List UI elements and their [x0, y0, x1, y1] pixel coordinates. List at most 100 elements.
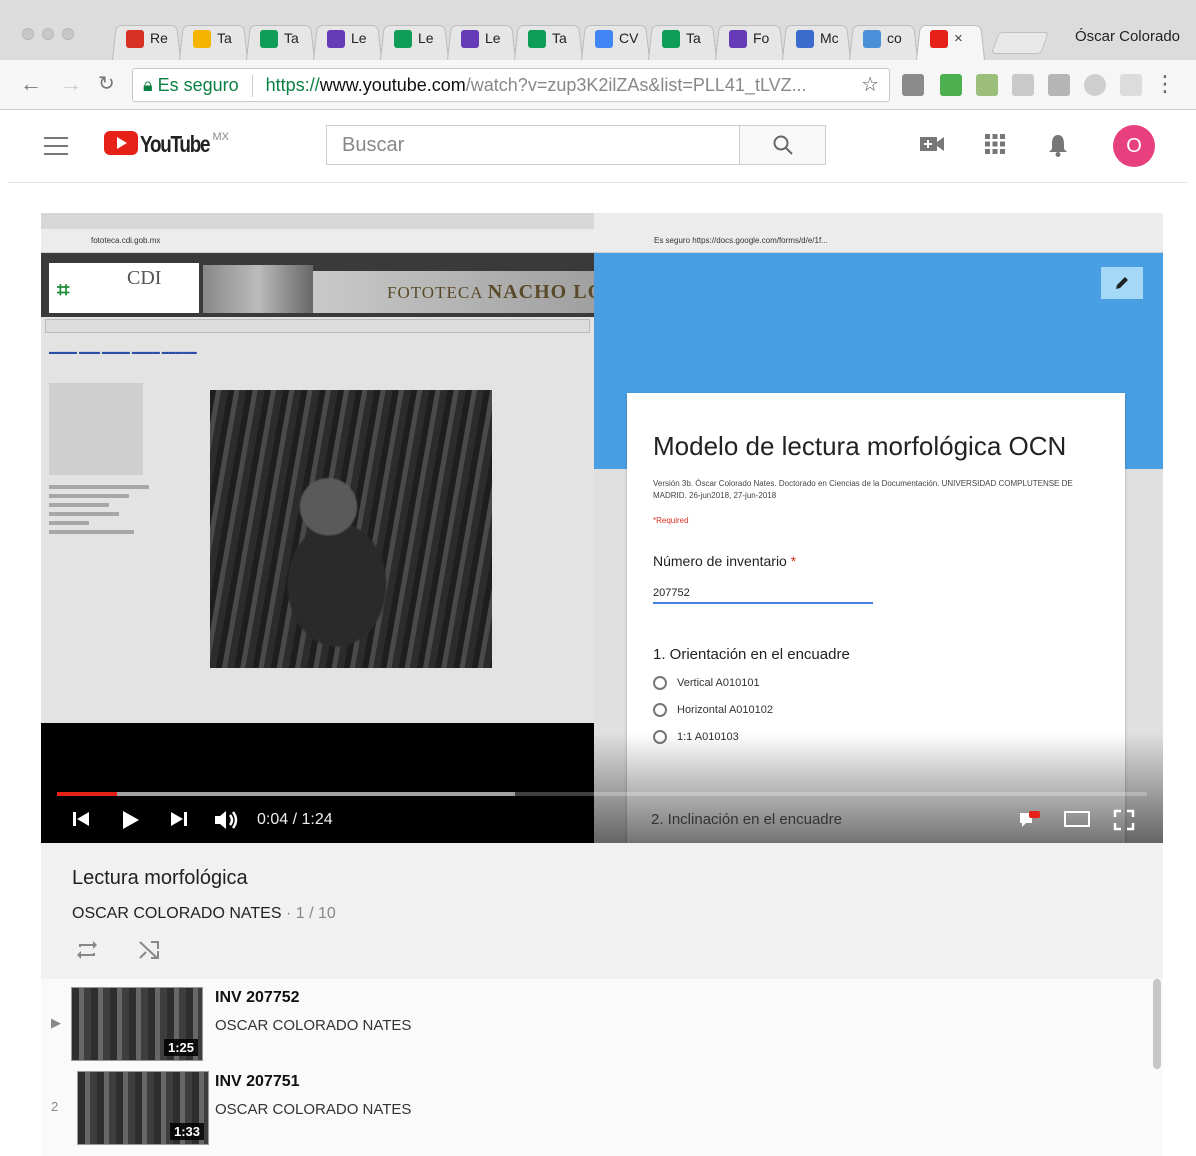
playlist-item-index: 2 — [51, 1099, 59, 1114]
browser-tab-label: Fo — [753, 30, 770, 46]
playlist-item-title: INV 207751 — [215, 1073, 300, 1090]
account-avatar[interactable]: O — [1113, 125, 1155, 167]
youtube-play-icon — [104, 131, 138, 155]
address-bar[interactable]: 🔒︎ Es seguro https://www.youtube.com/wat… — [132, 68, 890, 102]
browser-tab[interactable]: Le — [313, 20, 382, 60]
video-frame-right-window: Es seguro https://docs.google.com/forms/… — [594, 213, 1163, 843]
fullscreen-icon[interactable] — [1113, 809, 1135, 831]
back-arrow-icon[interactable]: ← — [20, 71, 42, 97]
query-result-text: ▬▬▬▬ ▬▬▬ ▬▬▬▬ ▬▬▬▬ ▬▬▬▬▬ — [49, 349, 197, 356]
radio-circle-icon — [653, 730, 667, 744]
bookmark-star-icon[interactable]: ☆ — [861, 69, 879, 101]
forward-arrow-icon[interactable]: → — [60, 71, 82, 97]
playlist-position: · 1 / 10 — [281, 905, 336, 922]
playlist-item[interactable]: 2 1:33 INV 207751 OSCAR COLORADO NATES — [41, 1063, 1151, 1147]
browser-tab[interactable]: Ta — [648, 20, 717, 60]
browser-tab-label: Ta — [217, 30, 232, 46]
volume-icon[interactable] — [213, 809, 241, 831]
playlist-item-duration: 1:25 — [163, 1039, 198, 1056]
youtube-icon — [930, 30, 948, 48]
extension-icon[interactable] — [1120, 74, 1142, 96]
played-bar — [57, 792, 117, 796]
annotations-icon[interactable] — [1017, 809, 1041, 831]
minimize-window-icon[interactable] — [42, 28, 54, 40]
browser-tab-label: × — [954, 30, 963, 47]
browser-tab[interactable]: Ta — [179, 20, 248, 60]
playlist-scrollbar[interactable] — [1153, 979, 1161, 1069]
url-path: /watch?v=zup3K2ilZAs&list=PLL41_tLVZ... — [465, 75, 807, 95]
extension-evernote-icon[interactable] — [940, 74, 962, 96]
playlist-panel: Lectura morfológica OSCAR COLORADO NATES… — [41, 843, 1163, 1156]
question-1-label: 1. Orientación en el encuadre — [653, 646, 850, 663]
playlist-title[interactable]: Lectura morfológica — [72, 867, 248, 890]
video-player[interactable]: fototeca.cdi.gob.mx ⌗ CDI FOTOTECA NACHO… — [41, 213, 1163, 843]
lock-icon: 🔒︎ — [143, 75, 153, 95]
browser-tab[interactable]: Mc — [782, 20, 851, 60]
play-icon[interactable] — [119, 809, 141, 831]
browser-tab-label: Ta — [284, 30, 299, 46]
fototeca-title: FOTOTECA NACHO LÓ — [313, 271, 603, 313]
browser-tab-label: Le — [418, 30, 434, 46]
previous-icon[interactable] — [71, 809, 91, 829]
buffered-bar — [57, 792, 515, 796]
radio-option: Horizontal A010102 — [653, 703, 1125, 717]
browser-tab[interactable]: Le — [447, 20, 516, 60]
guide-menu-icon[interactable] — [44, 137, 68, 155]
youtube-logo[interactable]: YouTube MX — [104, 131, 229, 157]
required-note: *Required — [653, 516, 689, 525]
radio-option: Vertical A010101 — [653, 676, 1125, 690]
extension-icon[interactable] — [1012, 74, 1034, 96]
left-window-url: fototeca.cdi.gob.mx — [91, 236, 161, 245]
shuffle-icon[interactable] — [137, 939, 161, 961]
extension-icon[interactable] — [976, 74, 998, 96]
upload-video-icon[interactable] — [919, 133, 945, 155]
question-2-label: 2. Inclinación en el encuadre — [651, 811, 842, 828]
browser-tab[interactable]: Re — [112, 20, 181, 60]
apps-grid-icon[interactable] — [984, 133, 1006, 155]
extension-pocket-icon[interactable] — [902, 74, 924, 96]
pp-icon — [796, 30, 814, 48]
profile-name[interactable]: Óscar Colorado — [1075, 28, 1180, 45]
browser-tab[interactable]: Ta — [514, 20, 583, 60]
browser-tab[interactable]: Ta — [246, 20, 315, 60]
archive-photograph — [210, 390, 492, 668]
playlist-item[interactable]: ▶ 1:25 INV 207752 OSCAR COLORADO NATES — [41, 979, 1151, 1063]
browser-tab-bar: Re Ta Ta Le Le Le Ta CV Ta Fo Mc co × Óscar Colorado — [0, 0, 1196, 60]
extension-icon[interactable] — [1084, 74, 1106, 96]
next-icon[interactable] — [169, 809, 189, 829]
loop-icon[interactable] — [75, 939, 99, 961]
search-input[interactable]: Buscar — [326, 125, 740, 165]
browser-tab[interactable]: Le — [380, 20, 449, 60]
catalog-search-bar — [45, 319, 590, 333]
url-host: www.youtube.com — [319, 75, 466, 95]
forms-icon — [729, 30, 747, 48]
browser-tab[interactable]: co — [849, 20, 918, 60]
browser-tab[interactable]: CV — [581, 20, 650, 60]
browser-toolbar: ← → ↻ 🔒︎ Es seguro https://www.youtube.c… — [0, 60, 1196, 110]
playlist-item-title: INV 207752 — [215, 989, 300, 1006]
window-controls[interactable] — [22, 28, 74, 40]
radio-circle-icon — [653, 703, 667, 717]
new-tab-button[interactable] — [990, 32, 1050, 54]
browser-tab-label: Ta — [552, 30, 567, 46]
search-button[interactable] — [740, 125, 826, 165]
extension-icon[interactable] — [1048, 74, 1070, 96]
maximize-window-icon[interactable] — [62, 28, 74, 40]
form-title: Modelo de lectura morfológica OCN — [653, 431, 1067, 461]
theater-mode-icon[interactable] — [1063, 809, 1091, 829]
sheets-icon — [662, 30, 680, 48]
browser-tab[interactable]: Fo — [715, 20, 784, 60]
browser-tab[interactable]: × — [916, 20, 985, 60]
browser-tab-label: Le — [351, 30, 367, 46]
video-frame-left-window: fototeca.cdi.gob.mx ⌗ CDI FOTOTECA NACHO… — [41, 213, 603, 723]
docs-icon — [595, 30, 613, 48]
reload-icon[interactable]: ↻ — [98, 71, 115, 96]
browser-menu-icon[interactable]: ⋮ — [1154, 71, 1176, 97]
search-icon — [773, 135, 793, 155]
wr-icon — [863, 30, 881, 48]
playlist-owner[interactable]: OSCAR COLORADO NATES — [72, 905, 282, 922]
playlist-owner-line: OSCAR COLORADO NATES · 1 / 10 — [72, 905, 336, 923]
notifications-bell-icon[interactable] — [1048, 133, 1068, 157]
video-progress-bar[interactable] — [57, 792, 1147, 796]
close-window-icon[interactable] — [22, 28, 34, 40]
